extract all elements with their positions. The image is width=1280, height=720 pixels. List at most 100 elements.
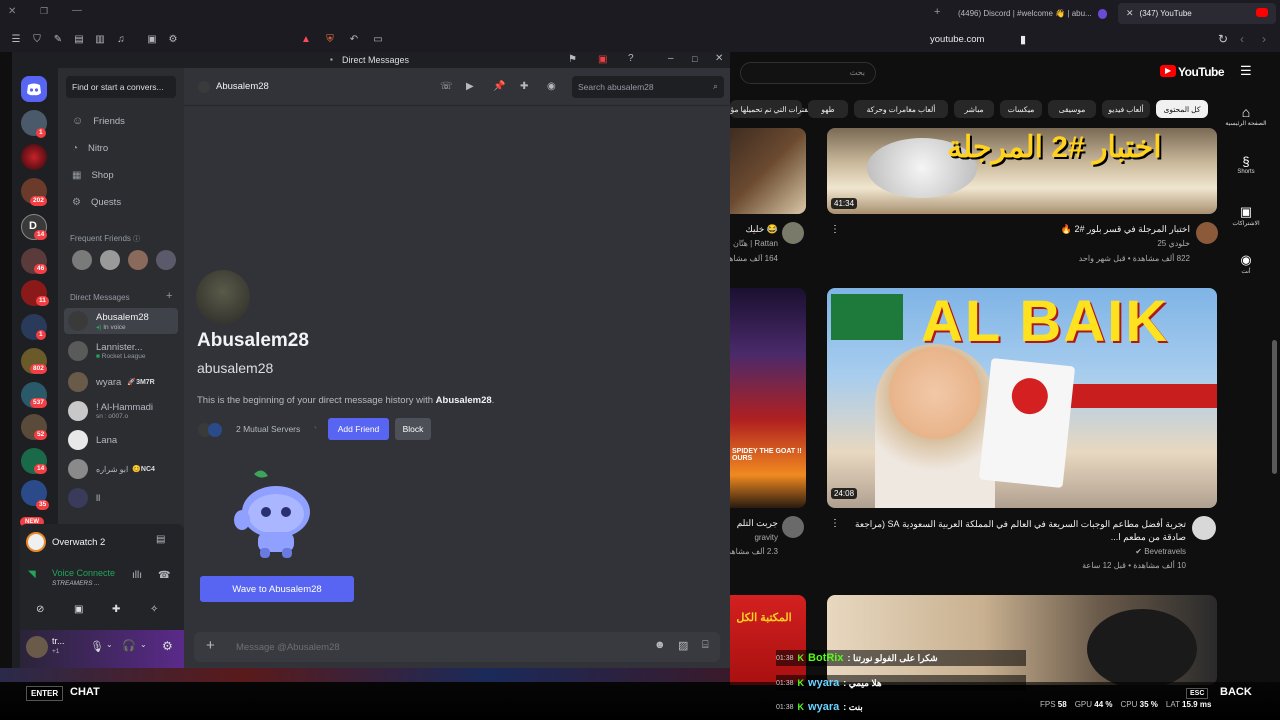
nav-shop[interactable]: ▦ Shop: [64, 162, 178, 188]
yt-nav-subscriptions[interactable]: ▣ الاشتراكات: [1224, 204, 1268, 227]
chip-adventure[interactable]: ألعاب مغامرات وحركة: [854, 100, 948, 118]
channel-avatar[interactable]: [782, 222, 804, 244]
chip-music[interactable]: موسيقى: [1048, 100, 1096, 118]
yt-nav-you[interactable]: ◉ أنت: [1224, 252, 1268, 275]
dm-item-abusalem28[interactable]: Abusalem28 ◂) In voice: [64, 308, 178, 334]
user-profile-icon[interactable]: ◉: [547, 81, 556, 92]
dm-item-al-hammadi[interactable]: ! Al-Hammadi sn : o007.o: [64, 398, 178, 424]
video-title[interactable]: 😂 خليك: [730, 224, 778, 235]
disconnect-icon[interactable]: ☎: [158, 570, 170, 581]
avatar[interactable]: [26, 636, 48, 658]
dm-item-lannister[interactable]: Lannister... ■ Rocket League: [64, 338, 178, 364]
create-dm-icon[interactable]: +: [166, 290, 172, 302]
friend-avatar[interactable]: [156, 250, 176, 270]
shield-icon[interactable]: ⛉: [27, 31, 47, 47]
chip-all[interactable]: كل المحتوى: [1156, 100, 1208, 118]
menu-icon[interactable]: ☰: [6, 31, 26, 47]
video-title[interactable]: تجربة أفضل مطاعم الوجبات السريعة في العا…: [840, 518, 1186, 544]
chat-search-input[interactable]: Search abusalem28 ⌕: [572, 76, 724, 98]
settings-icon[interactable]: ⚙: [163, 31, 183, 47]
attach-plus-icon[interactable]: +: [206, 637, 215, 654]
gif-icon[interactable]: ☻: [654, 639, 666, 651]
cast-icon[interactable]: ▭: [368, 31, 388, 47]
yt-nav-shorts[interactable]: § Shorts: [1224, 154, 1268, 175]
more-options-icon[interactable]: ⋮: [830, 224, 840, 235]
pin-icon[interactable]: 📌: [493, 81, 505, 92]
yt-nav-home[interactable]: ⌂ الصفحة الرئيسية: [1224, 104, 1268, 127]
sidebar-icon[interactable]: ▥: [90, 31, 110, 47]
chip-games[interactable]: ألعاب فيديو: [1102, 100, 1150, 118]
chevron-down-icon[interactable]: ⌄: [140, 640, 147, 649]
voice-call-icon[interactable]: ☏: [440, 81, 453, 92]
message-input[interactable]: Message @Abusalem28: [236, 642, 340, 653]
close-tab-icon[interactable]: ✕: [1126, 8, 1134, 19]
screenshot-icon[interactable]: ▣: [142, 31, 162, 47]
close-icon[interactable]: ✕: [715, 53, 723, 64]
video-call-icon[interactable]: ▶: [466, 81, 474, 92]
camera-off-icon[interactable]: ⊘: [36, 604, 44, 615]
minimize-window-icon[interactable]: —: [72, 5, 82, 16]
sticker-icon[interactable]: ▨: [678, 639, 688, 652]
yt-search-input[interactable]: بحث: [740, 62, 876, 84]
extension-icon[interactable]: ✎: [48, 31, 68, 47]
block-button[interactable]: Block: [395, 418, 431, 440]
bookmarks-icon[interactable]: ▤: [69, 31, 89, 47]
video-channel[interactable]: خلودي 25: [840, 239, 1190, 248]
bookmark-icon[interactable]: ▮: [1020, 33, 1026, 46]
url-bar[interactable]: youtube.com: [930, 34, 984, 45]
mutual-servers-link[interactable]: 2 Mutual Servers: [236, 424, 300, 434]
forward-icon[interactable]: ›: [1262, 32, 1266, 46]
video-channel[interactable]: Rattan | هتّان: [730, 239, 778, 248]
youtube-logo-icon[interactable]: ▶: [1160, 65, 1176, 77]
friend-avatar[interactable]: [72, 250, 92, 270]
chip-live[interactable]: مباشر: [954, 100, 994, 118]
add-member-icon[interactable]: ✚: [520, 81, 528, 92]
tab-discord[interactable]: (4496) Discord | #welcome 👋 | abu...: [950, 3, 1115, 24]
noise-suppression-icon[interactable]: ıllı: [132, 570, 142, 581]
discord-home-icon[interactable]: [21, 76, 47, 102]
video-channel[interactable]: Bevetravels ✔: [840, 547, 1186, 556]
video-thumbnail[interactable]: [827, 595, 1217, 685]
screen-share-icon[interactable]: ▣: [74, 604, 83, 615]
settings-icon[interactable]: ⚙: [162, 639, 173, 653]
new-tab-icon[interactable]: +: [934, 6, 940, 18]
video-title[interactable]: جربت التلم: [730, 518, 778, 529]
dm-item-abu-shrara[interactable]: ابو شراره 😊NC4: [64, 456, 178, 482]
dm-item-lana[interactable]: Lana: [64, 427, 178, 453]
friend-avatar[interactable]: [100, 250, 120, 270]
nav-quests[interactable]: ⚙ Quests: [64, 189, 178, 215]
undo-icon[interactable]: ↶: [344, 31, 364, 47]
video-title[interactable]: اختبار المرجلة في قسر بلور #2 🔥: [840, 224, 1190, 235]
dm-item-ll[interactable]: ll: [64, 485, 178, 511]
dm-item-wyara[interactable]: wyara 🚀3M7R: [64, 369, 178, 395]
chip-recent[interactable]: الفترات التي تم تحميلها مؤخرًا: [730, 100, 812, 118]
nav-nitro[interactable]: ◔ Nitro: [64, 135, 178, 161]
video-thumbnail[interactable]: اختبار #2 المرجلة 41:34: [827, 128, 1217, 214]
minimize-icon[interactable]: –: [668, 53, 674, 64]
video-thumbnail[interactable]: SPIDEY THE GOAT !! OURS: [730, 288, 806, 508]
nav-friends[interactable]: ☺ Friends: [64, 108, 178, 134]
close-window-icon[interactable]: ✕: [8, 6, 16, 17]
warning-icon[interactable]: ▲: [296, 31, 316, 47]
microphone-icon[interactable]: 🎙: [90, 640, 104, 653]
back-icon[interactable]: ‹: [1240, 32, 1244, 46]
wave-button[interactable]: Wave to Abusalem28: [200, 576, 354, 602]
yt-menu-icon[interactable]: ☰: [1240, 63, 1252, 79]
channel-avatar[interactable]: [1192, 516, 1216, 540]
channel-avatar[interactable]: [1196, 222, 1218, 244]
gift-icon[interactable]: ⌸: [702, 639, 709, 652]
chip-cooking[interactable]: طهو: [808, 100, 848, 118]
chip-mixes[interactable]: ميكسات: [1000, 100, 1042, 118]
more-options-icon[interactable]: ⋮: [830, 518, 840, 529]
server-icon[interactable]: [21, 144, 47, 170]
find-conversation-input[interactable]: Find or start a convers...: [66, 76, 176, 98]
profile-avatar[interactable]: [196, 270, 250, 324]
page-scrollbar[interactable]: [1272, 340, 1277, 474]
headphones-icon[interactable]: 🎧: [122, 639, 136, 652]
activity-settings-icon[interactable]: ▤: [156, 534, 165, 545]
screen-share-icon[interactable]: ▣: [598, 54, 607, 65]
channel-avatar[interactable]: [782, 516, 804, 538]
music-icon[interactable]: ♫: [111, 31, 131, 47]
flag-icon[interactable]: ⚑: [568, 54, 577, 65]
video-thumbnail[interactable]: [730, 128, 806, 214]
